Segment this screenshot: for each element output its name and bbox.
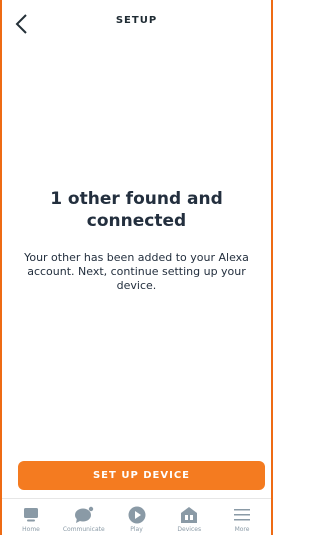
nav-label-play: Play	[130, 526, 143, 533]
devices-icon	[181, 507, 198, 523]
nav-item-communicate[interactable]: Communicate	[59, 499, 109, 535]
nav-item-more[interactable]: More	[217, 499, 267, 535]
setup-screen: SETUP 1 other found and connected Your o…	[0, 0, 273, 535]
status-title: 1 other found and connected	[50, 189, 223, 231]
nav-label-home: Home	[22, 526, 40, 533]
nav-item-devices[interactable]: Devices	[164, 499, 214, 535]
header: SETUP	[2, 0, 271, 46]
nav-label-communicate: Communicate	[62, 526, 105, 533]
nav-item-home[interactable]: Home	[6, 499, 56, 535]
chat-bubble-icon	[74, 506, 93, 523]
play-icon	[128, 506, 145, 524]
nav-label-more: More	[234, 526, 250, 533]
menu-icon	[234, 509, 250, 521]
home-icon	[24, 508, 38, 522]
nav-item-play[interactable]: Play	[112, 499, 162, 535]
bottom-nav: Home Communicate Play Devices More	[2, 499, 271, 535]
set-up-device-button[interactable]: SET UP DEVICE	[18, 461, 265, 490]
page-title: SETUP	[115, 15, 158, 26]
nav-label-devices: Devices	[177, 526, 202, 533]
status-description: Your other has been added to your Alexa …	[24, 251, 249, 292]
